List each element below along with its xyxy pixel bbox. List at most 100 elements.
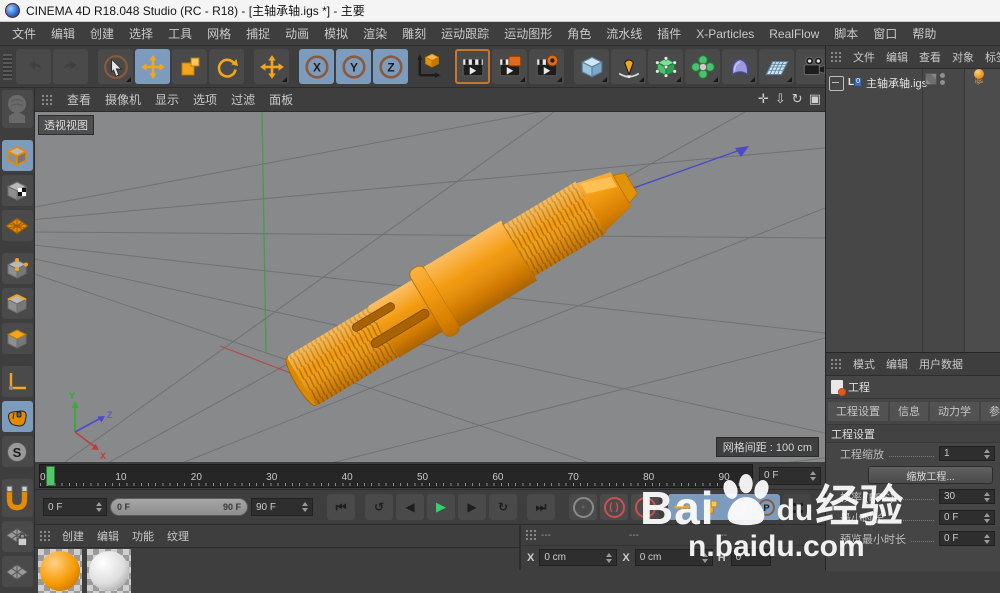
stepper-icon[interactable] — [702, 553, 708, 563]
menu-item[interactable]: 模拟 — [324, 25, 348, 42]
goto-start-button[interactable]: ⏮ — [327, 494, 355, 520]
visibility-dots-icon[interactable] — [940, 73, 945, 85]
model-mode-button[interactable] — [2, 140, 33, 171]
object-tag[interactable]: igs — [967, 69, 991, 89]
object-manager-menu-item[interactable]: 查看 — [919, 49, 941, 65]
menu-item[interactable]: 脚本 — [834, 25, 858, 42]
menu-item[interactable]: X-Particles — [696, 27, 754, 41]
polygons-mode-button[interactable] — [2, 323, 33, 354]
make-editable-button[interactable] — [2, 90, 33, 128]
menu-item[interactable]: 工具 — [168, 25, 192, 42]
lock-z-button[interactable]: Z — [373, 49, 408, 84]
section-header[interactable]: 工程设置 — [826, 424, 1000, 443]
menu-item[interactable]: 窗口 — [873, 25, 897, 42]
menu-item[interactable]: 帮助 — [912, 25, 936, 42]
menu-item[interactable]: RealFlow — [769, 27, 819, 41]
redo-button[interactable] — [53, 49, 88, 84]
live-selection-button[interactable] — [98, 49, 133, 84]
current-frame-field[interactable]: 0 F — [759, 467, 821, 485]
menu-item[interactable]: 动画 — [285, 25, 309, 42]
min-length-field[interactable]: 0 F — [939, 510, 995, 525]
toolbar-grip[interactable] — [3, 54, 12, 80]
play-button[interactable]: ▶ — [427, 494, 455, 520]
add-environment-button[interactable] — [759, 49, 794, 84]
attribute-tab[interactable]: 工程设置 — [828, 402, 888, 421]
menu-item[interactable]: 编辑 — [51, 25, 75, 42]
menu-item[interactable]: 插件 — [657, 25, 681, 42]
viewport-menu-item[interactable]: 过滤 — [231, 91, 255, 108]
viewport-canvas[interactable]: Y Z X — [35, 88, 825, 462]
lock-x-button[interactable]: X — [299, 49, 334, 84]
key-pla-button[interactable] — [783, 494, 811, 520]
size-x-field[interactable]: 0 cm — [635, 549, 713, 566]
undo-button[interactable] — [16, 49, 51, 84]
material-menu-item[interactable]: 纹理 — [167, 528, 189, 544]
menu-item[interactable]: 角色 — [567, 25, 591, 42]
scale-tool-button[interactable] — [172, 49, 207, 84]
key-parameter-button[interactable]: P — [752, 494, 780, 520]
editor-visibility-icon[interactable] — [925, 73, 937, 85]
snap-button[interactable]: S — [2, 436, 33, 467]
viewport-menu-item[interactable]: 选项 — [193, 91, 217, 108]
rotate-tool-button[interactable] — [209, 49, 244, 84]
key-scale-button[interactable] — [696, 494, 724, 520]
viewport-menu-item[interactable]: 面板 — [269, 91, 293, 108]
menu-item[interactable]: 运动跟踪 — [441, 25, 489, 42]
scale-project-button[interactable]: 缩放工程... — [868, 466, 993, 484]
panel-grip[interactable] — [830, 51, 842, 63]
workplane-lock-button[interactable] — [2, 521, 33, 552]
material-thumbnail-orange[interactable] — [38, 549, 82, 593]
preview-min-field[interactable]: 0 F — [939, 531, 995, 546]
menu-item[interactable]: 流水线 — [606, 25, 642, 42]
object-manager-menu-item[interactable]: 文件 — [853, 49, 875, 65]
material-thumbnail-white[interactable] — [87, 549, 131, 593]
rotate-view-icon[interactable]: ↻ — [792, 90, 803, 108]
view-label[interactable]: 透视视图 — [38, 115, 94, 135]
panel-grip[interactable] — [39, 530, 51, 542]
workplane-mode-button[interactable] — [2, 210, 33, 241]
loop-button[interactable]: ↻ — [489, 494, 517, 520]
next-frame-button[interactable]: ▶ — [458, 494, 486, 520]
stepper-icon[interactable] — [984, 513, 990, 523]
fps-field[interactable]: 30 — [939, 489, 995, 504]
menu-item[interactable]: 运动图形 — [504, 25, 552, 42]
axis-mode-button[interactable] — [2, 366, 33, 397]
last-tool-button[interactable] — [254, 49, 289, 84]
add-generator-button[interactable] — [648, 49, 683, 84]
workplane-button[interactable] — [2, 556, 33, 587]
render-picture-viewer-button[interactable] — [492, 49, 527, 84]
coordinate-system-button[interactable] — [410, 49, 445, 84]
viewport-menu-grip[interactable] — [41, 94, 53, 106]
texture-mode-button[interactable] — [2, 175, 33, 206]
pan-view-icon[interactable]: ✛ — [758, 90, 769, 108]
viewport-menu-item[interactable]: 摄像机 — [105, 91, 141, 108]
viewport-menu-item[interactable]: 显示 — [155, 91, 179, 108]
lock-y-button[interactable]: Y — [336, 49, 371, 84]
menu-item[interactable]: 创建 — [90, 25, 114, 42]
rotation-h-field[interactable]: 0 — [731, 549, 771, 566]
autokey-toggle-button[interactable]: ◦ — [569, 494, 597, 520]
project-scale-field[interactable]: 1 — [939, 446, 995, 461]
panel-grip[interactable] — [830, 358, 842, 370]
key-position-button[interactable] — [668, 494, 696, 520]
record-button[interactable]: ( ) — [600, 494, 628, 520]
menu-item[interactable]: 捕捉 — [246, 25, 270, 42]
object-name[interactable]: 主轴承轴.igs — [866, 75, 927, 91]
stepper-icon[interactable] — [984, 449, 990, 459]
attribute-tab[interactable]: 参数 — [981, 402, 1000, 421]
object-manager-menu-item[interactable]: 标签 — [985, 49, 1000, 65]
toggle-panels-icon[interactable]: ▣ — [809, 90, 821, 108]
add-modeling-button[interactable] — [685, 49, 720, 84]
playhead[interactable] — [46, 466, 55, 486]
keyframe-selection-button[interactable]: ? — [631, 494, 659, 520]
start-frame-field[interactable]: 0 F — [43, 498, 107, 516]
previous-frame-button[interactable]: ◀ — [396, 494, 424, 520]
attribute-menu-item[interactable]: 模式 — [853, 356, 875, 372]
object-manager-menu-item[interactable]: 编辑 — [886, 49, 908, 65]
menu-item[interactable]: 文件 — [12, 25, 36, 42]
menu-item[interactable]: 选择 — [129, 25, 153, 42]
attribute-tab[interactable]: 信息 — [890, 402, 928, 421]
key-rotation-button[interactable] — [724, 494, 752, 520]
stepper-icon[interactable] — [606, 553, 612, 563]
stepper-icon[interactable] — [984, 534, 990, 544]
